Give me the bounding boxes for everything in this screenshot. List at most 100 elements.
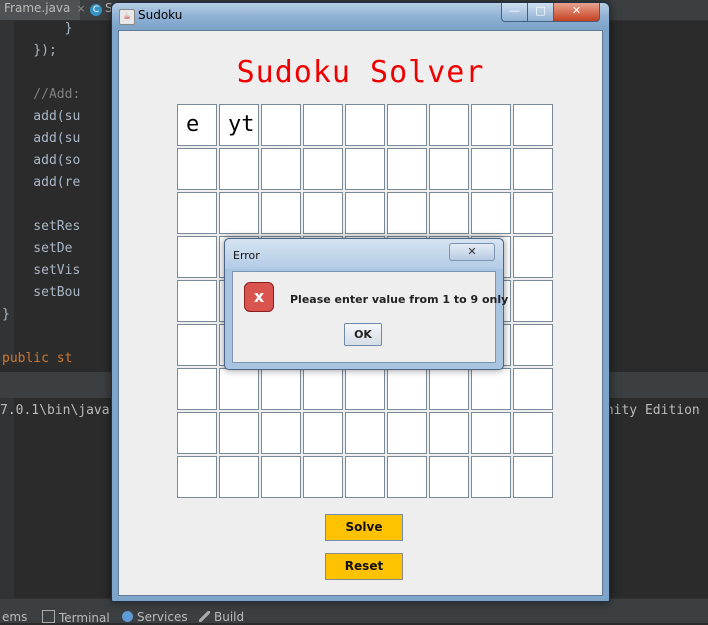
sudoku-cell[interactable] — [429, 104, 469, 146]
sudoku-cell[interactable] — [513, 280, 553, 322]
solve-button[interactable]: Solve — [325, 514, 403, 541]
console-toolbar — [0, 398, 14, 598]
sudoku-cell[interactable] — [387, 104, 427, 146]
sudoku-cell[interactable] — [513, 192, 553, 234]
window-title: Sudoku — [138, 8, 183, 22]
error-message: Please enter value from 1 to 9 only — [290, 293, 509, 306]
editor-tab-frame-java[interactable]: Frame.java × — [0, 0, 86, 20]
error-icon: x — [244, 282, 274, 312]
code-line: add(so — [2, 153, 81, 168]
tool-tab-terminal[interactable]: Terminal — [42, 610, 110, 625]
sudoku-cell[interactable] — [261, 192, 301, 234]
code-line: setVis — [2, 263, 81, 278]
sudoku-cell[interactable] — [387, 412, 427, 454]
sudoku-cell[interactable] — [429, 192, 469, 234]
sudoku-cell[interactable] — [345, 148, 385, 190]
code-line: add(su — [2, 131, 81, 146]
sudoku-cell[interactable] — [177, 148, 217, 190]
sudoku-cell[interactable] — [261, 104, 301, 146]
sudoku-cell[interactable] — [177, 412, 217, 454]
code-line: setBou — [2, 285, 81, 300]
dialog-body: x Please enter value from 1 to 9 only OK — [232, 271, 508, 363]
sudoku-cell[interactable] — [387, 148, 427, 190]
sudoku-cell[interactable] — [219, 148, 259, 190]
dialog-title-bar[interactable]: Error ✕ — [225, 239, 503, 269]
sudoku-cell[interactable] — [219, 412, 259, 454]
sudoku-cell[interactable] — [219, 456, 259, 498]
sudoku-cell[interactable] — [429, 148, 469, 190]
sudoku-cell[interactable] — [387, 368, 427, 410]
sudoku-cell[interactable] — [345, 412, 385, 454]
sudoku-cell[interactable] — [429, 456, 469, 498]
sudoku-cell[interactable] — [513, 104, 553, 146]
code-line: }); — [2, 43, 57, 58]
close-icon: ✕ — [467, 245, 477, 258]
sudoku-cell[interactable] — [303, 192, 343, 234]
code-line: //Add: — [2, 87, 81, 102]
error-icon-glyph: x — [253, 287, 265, 306]
sudoku-cell[interactable] — [513, 456, 553, 498]
sudoku-cell[interactable] — [345, 104, 385, 146]
sudoku-cell[interactable] — [303, 412, 343, 454]
close-icon: ✕ — [571, 4, 582, 17]
sudoku-cell[interactable] — [177, 456, 217, 498]
code-line: } — [2, 307, 10, 322]
sudoku-cell[interactable] — [471, 104, 511, 146]
services-icon — [122, 611, 133, 622]
sudoku-cell[interactable] — [471, 412, 511, 454]
code-line: add(re — [2, 175, 81, 190]
tool-tab-label: Terminal — [59, 611, 110, 625]
sudoku-cell[interactable] — [429, 368, 469, 410]
sudoku-cell[interactable] — [513, 412, 553, 454]
sudoku-cell[interactable] — [471, 368, 511, 410]
code-line: add(su — [2, 109, 81, 124]
editor-tab-label: Frame.java — [4, 1, 71, 15]
close-icon[interactable]: × — [76, 2, 85, 15]
sudoku-cell[interactable] — [345, 368, 385, 410]
sudoku-cell[interactable] — [471, 148, 511, 190]
hammer-icon — [199, 611, 210, 622]
sudoku-cell[interactable] — [513, 148, 553, 190]
sudoku-cell[interactable] — [513, 368, 553, 410]
sudoku-cell[interactable] — [261, 368, 301, 410]
sudoku-cell[interactable] — [177, 192, 217, 234]
close-button[interactable]: ✕ — [553, 3, 600, 22]
sudoku-cell[interactable] — [177, 368, 217, 410]
sudoku-cell[interactable] — [303, 456, 343, 498]
sudoku-cell[interactable] — [303, 104, 343, 146]
sudoku-cell[interactable] — [177, 324, 217, 366]
sudoku-cell[interactable] — [261, 412, 301, 454]
sudoku-cell[interactable]: yt — [219, 104, 259, 146]
maximize-icon: □ — [535, 4, 546, 17]
sudoku-cell[interactable] — [219, 192, 259, 234]
window-title-bar[interactable]: ☕ Sudoku — □ ✕ — [112, 3, 609, 29]
ok-button[interactable]: OK — [344, 323, 382, 346]
sudoku-cell[interactable] — [303, 368, 343, 410]
sudoku-cell[interactable] — [513, 324, 553, 366]
sudoku-cell[interactable] — [471, 192, 511, 234]
sudoku-cell[interactable] — [303, 148, 343, 190]
sudoku-cell[interactable] — [219, 368, 259, 410]
reset-button[interactable]: Reset — [325, 553, 403, 580]
sudoku-cell[interactable] — [429, 412, 469, 454]
sudoku-cell[interactable] — [513, 236, 553, 278]
console-output-left: 7.0.1\bin\java — [0, 403, 110, 418]
sudoku-cell[interactable] — [387, 456, 427, 498]
sudoku-cell[interactable] — [177, 236, 217, 278]
sudoku-cell[interactable] — [471, 456, 511, 498]
error-dialog: Error ✕ x Please enter value from 1 to 9… — [224, 238, 508, 370]
code-line: setRes — [2, 219, 81, 234]
sudoku-cell[interactable] — [261, 456, 301, 498]
code-line: public st — [2, 351, 73, 366]
minimize-button[interactable]: — — [501, 3, 528, 22]
java-app-icon: ☕ — [119, 9, 135, 25]
sudoku-cell[interactable] — [387, 192, 427, 234]
sudoku-cell[interactable]: e — [177, 104, 217, 146]
sudoku-cell[interactable] — [345, 456, 385, 498]
class-icon: C — [90, 4, 102, 16]
dialog-close-button[interactable]: ✕ — [449, 243, 495, 261]
sudoku-cell[interactable] — [261, 148, 301, 190]
maximize-button[interactable]: □ — [527, 3, 554, 22]
sudoku-cell[interactable] — [345, 192, 385, 234]
sudoku-cell[interactable] — [177, 280, 217, 322]
